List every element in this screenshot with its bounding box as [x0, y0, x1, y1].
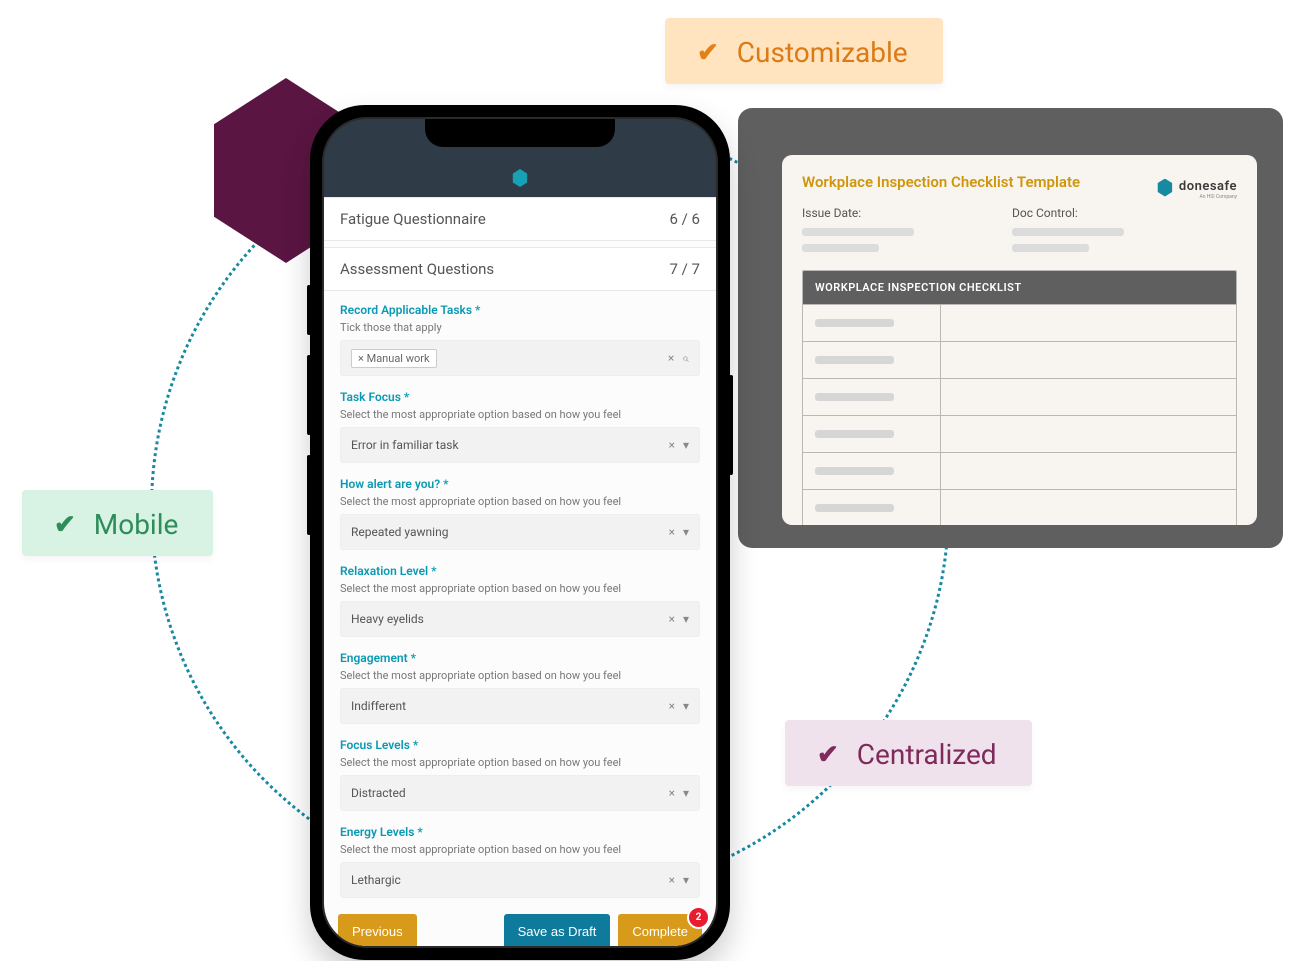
caret-down-icon[interactable]: ▾: [683, 612, 689, 626]
table-row: [803, 304, 1236, 341]
section-title: Assessment Questions: [340, 260, 494, 278]
section-assessment[interactable]: Assessment Questions 7 / 7: [324, 247, 716, 291]
badge-centralized: ✔ Centralized: [785, 720, 1032, 786]
section-fatigue[interactable]: Fatigue Questionnaire 6 / 6: [324, 197, 716, 241]
tag-manual-work[interactable]: × Manual work: [351, 349, 437, 368]
clear-icon[interactable]: ×: [669, 612, 675, 626]
check-icon: ✔: [697, 38, 719, 68]
checklist-table: WORKPLACE INSPECTION CHECKLIST: [802, 270, 1237, 525]
issue-date-block: Issue Date:: [802, 206, 942, 252]
section-count: 6 / 6: [670, 210, 701, 228]
phone-side-button: [307, 455, 311, 535]
q-record-tasks-sub: Tick those that apply: [340, 321, 700, 334]
phone-side-button: [729, 375, 733, 475]
table-row: [803, 415, 1236, 452]
section-count: 7 / 7: [670, 260, 701, 278]
phone-screen: Fatigue Questionnaire 6 / 6 Assessment Q…: [322, 117, 718, 948]
select-value: Lethargic: [351, 873, 401, 887]
doc-control-block: Doc Control:: [1012, 206, 1152, 252]
table-row: [803, 489, 1236, 525]
record-tasks-input[interactable]: × Manual work × ⌕: [340, 340, 700, 376]
action-bar: Previous Save as Draft Complete 2: [324, 906, 716, 946]
app-body: Fatigue Questionnaire 6 / 6 Assessment Q…: [324, 197, 716, 946]
clear-icon[interactable]: ×: [669, 873, 675, 887]
caret-down-icon[interactable]: ▾: [683, 699, 689, 713]
q-sub: Select the most appropriate option based…: [340, 669, 700, 682]
placeholder-line: [802, 244, 879, 252]
check-icon: ✔: [817, 740, 839, 770]
q-task-focus-title: Task Focus *: [340, 390, 700, 404]
focus-levels-select[interactable]: Distracted × ▾: [340, 775, 700, 811]
table-row: [803, 378, 1236, 415]
relaxation-select[interactable]: Heavy eyelids × ▾: [340, 601, 700, 637]
q-sub: Select the most appropriate option based…: [340, 495, 700, 508]
caret-down-icon[interactable]: ▾: [683, 786, 689, 800]
q-engagement-title: Engagement *: [340, 651, 700, 665]
select-value: Error in familiar task: [351, 438, 459, 452]
phone-side-button: [307, 285, 311, 335]
clear-icon[interactable]: ×: [669, 786, 675, 800]
search-icon[interactable]: ⌕: [682, 351, 689, 366]
clear-icon[interactable]: ×: [669, 699, 675, 713]
stage: ✔ Customizable ✔ Mobile ✔ Centralized do…: [0, 0, 1314, 961]
clear-icon[interactable]: ×: [668, 351, 674, 366]
q-focus-levels-title: Focus Levels *: [340, 738, 700, 752]
task-focus-select[interactable]: Error in familiar task × ▾: [340, 427, 700, 463]
logo-hex-icon: [1157, 179, 1173, 197]
table-row: [803, 452, 1236, 489]
caret-down-icon[interactable]: ▾: [683, 873, 689, 887]
caret-down-icon[interactable]: ▾: [683, 525, 689, 539]
select-value: Repeated yawning: [351, 525, 448, 539]
alert-select[interactable]: Repeated yawning × ▾: [340, 514, 700, 550]
energy-levels-select[interactable]: Lethargic × ▾: [340, 862, 700, 898]
engagement-select[interactable]: Indifferent × ▾: [340, 688, 700, 724]
issue-date-label: Issue Date:: [802, 206, 861, 220]
phone-device: Fatigue Questionnaire 6 / 6 Assessment Q…: [310, 105, 730, 960]
save-draft-button[interactable]: Save as Draft: [504, 914, 611, 946]
phone-notch: [425, 119, 615, 147]
q-sub: Select the most appropriate option based…: [340, 582, 700, 595]
badge-label: Centralized: [857, 738, 997, 771]
logo-subtext: An HSI Company: [1179, 194, 1237, 200]
app-logo-icon: [512, 169, 528, 187]
logo-text: donesafe: [1179, 179, 1237, 194]
caret-down-icon[interactable]: ▾: [683, 438, 689, 452]
checklist-panel: donesafe An HSI Company Workplace Inspec…: [782, 155, 1257, 525]
app: Fatigue Questionnaire 6 / 6 Assessment Q…: [324, 119, 716, 946]
badge-mobile: ✔ Mobile: [22, 490, 213, 556]
select-value: Distracted: [351, 786, 406, 800]
placeholder-line: [1012, 244, 1089, 252]
q-sub: Select the most appropriate option based…: [340, 408, 700, 421]
select-value: Heavy eyelids: [351, 612, 424, 626]
previous-button[interactable]: Previous: [338, 914, 417, 946]
q-energy-levels-title: Energy Levels *: [340, 825, 700, 839]
select-value: Indifferent: [351, 699, 406, 713]
doc-control-label: Doc Control:: [1012, 206, 1078, 220]
checklist-table-header: WORKPLACE INSPECTION CHECKLIST: [803, 271, 1236, 304]
placeholder-line: [802, 228, 914, 236]
q-record-tasks-title: Record Applicable Tasks *: [340, 303, 700, 317]
badge-customizable: ✔ Customizable: [665, 18, 943, 84]
badge-label: Mobile: [94, 508, 179, 541]
section-title: Fatigue Questionnaire: [340, 210, 486, 228]
clear-icon[interactable]: ×: [669, 525, 675, 539]
badge-label: Customizable: [737, 36, 908, 69]
q-sub: Select the most appropriate option based…: [340, 843, 700, 856]
q-relaxation-title: Relaxation Level *: [340, 564, 700, 578]
notification-badge: 2: [687, 906, 710, 929]
form-content: Record Applicable Tasks * Tick those tha…: [324, 291, 716, 898]
check-icon: ✔: [54, 510, 76, 540]
complete-wrap: Complete 2: [618, 914, 702, 946]
placeholder-line: [1012, 228, 1124, 236]
q-alert-title: How alert are you? *: [340, 477, 700, 491]
donesafe-logo: donesafe An HSI Company: [1157, 175, 1237, 200]
clear-icon[interactable]: ×: [669, 438, 675, 452]
q-sub: Select the most appropriate option based…: [340, 756, 700, 769]
phone-side-button: [307, 355, 311, 435]
table-row: [803, 341, 1236, 378]
panel-meta-row: Issue Date: Doc Control:: [802, 206, 1237, 252]
